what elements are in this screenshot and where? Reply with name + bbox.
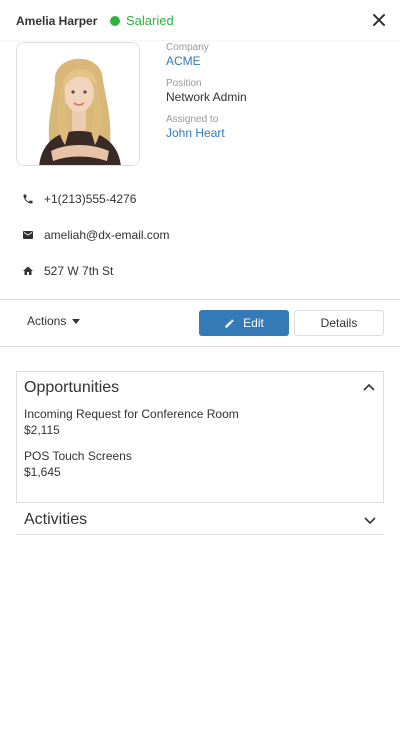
opportunity-amount: $2,115 [24,423,60,437]
assigned-label: Assigned to [166,114,219,125]
card-header: Amelia Harper Salaried [0,0,400,40]
assigned-field: Assigned to John Heart [166,114,225,140]
opportunity-amount: $1,645 [24,465,61,479]
divider [16,534,384,535]
company-field: Company ACME [166,42,209,68]
company-label: Company [166,42,209,53]
employee-name: Amelia Harper [16,14,98,28]
position-field: Position Network Admin [166,78,247,104]
email-address[interactable]: ameliah@dx-email.com [44,228,170,242]
address-row: 527 W 7th St [22,264,113,278]
company-link[interactable]: ACME [166,54,209,68]
phone-number[interactable]: +1(213)555-4276 [44,192,136,206]
caret-down-icon [72,318,81,324]
status-dot-icon [110,15,120,26]
employee-photo [16,42,140,166]
assigned-link[interactable]: John Heart [166,126,225,140]
close-icon[interactable] [372,13,386,27]
details-button[interactable]: Details [294,310,384,336]
edit-label: Edit [243,316,264,330]
phone-row: +1(213)555-4276 [22,192,136,206]
list-item[interactable]: Incoming Request for Conference Room $2,… [24,406,239,438]
status-badge: Salaried [110,13,174,28]
pencil-icon [225,318,234,328]
opportunities-panel: Opportunities Incoming Request for Confe… [16,371,384,503]
chevron-down-icon[interactable] [364,514,376,526]
mail-icon [23,231,33,239]
activities-title[interactable]: Activities [24,511,87,529]
details-label: Details [320,316,358,330]
list-item[interactable]: POS Touch Screens $1,645 [24,448,132,480]
divider [0,299,400,300]
address-text: 527 W 7th St [44,264,114,278]
opportunity-name: Incoming Request for Conference Room [24,407,239,421]
divider [0,346,400,347]
actions-dropdown[interactable]: Actions [27,314,81,328]
actions-label: Actions [27,314,67,328]
home-icon [23,266,33,275]
opportunities-title: Opportunities [24,379,120,396]
opportunity-name: POS Touch Screens [24,449,132,463]
email-row: ameliah@dx-email.com [22,228,170,242]
phone-icon [23,194,33,204]
position-value: Network Admin [166,90,247,104]
edit-button[interactable]: Edit [199,310,289,336]
position-label: Position [166,78,202,89]
status-text: Salaried [126,13,174,28]
chevron-up-icon[interactable] [363,382,375,394]
